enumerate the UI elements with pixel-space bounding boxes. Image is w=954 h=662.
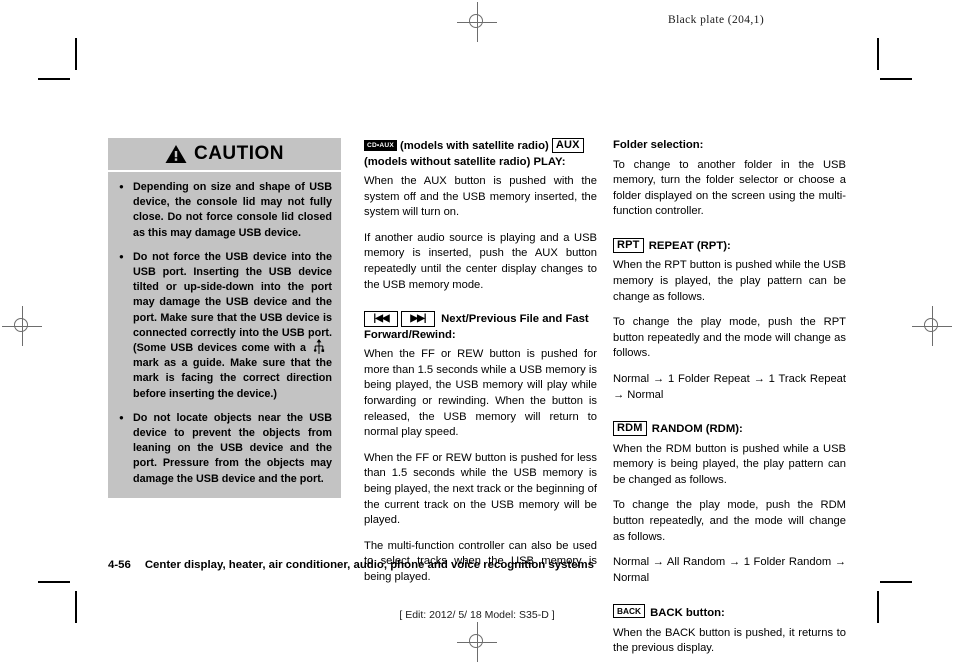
aux-button-icon[interactable]: AUX xyxy=(551,138,584,153)
reg-circle xyxy=(924,318,938,332)
caution-item: Depending on size and shape of USB devic… xyxy=(117,179,332,241)
footer: 4-56 Center display, heater, air conditio… xyxy=(108,559,594,571)
back-paragraph: When the BACK button is pushed, it retur… xyxy=(613,626,846,655)
registration-mark-right xyxy=(912,306,952,346)
chapter-title: Center display, heater, air conditioner,… xyxy=(144,559,595,571)
rpt-button-icon[interactable]: RPT xyxy=(613,237,644,253)
repeat-paragraph: When the RPT button is pushed while the … xyxy=(613,259,846,303)
crop-mark-top-left-h xyxy=(38,78,70,80)
nav-paragraph: When the FF or REW button is pushed for … xyxy=(364,451,597,527)
caution-item-text-before: Do not force the USB device into the USB… xyxy=(133,250,332,355)
crop-mark-bottom-left-h xyxy=(38,581,70,583)
play-paragraph: If another audio source is playing and a… xyxy=(364,231,597,291)
warning-triangle-icon xyxy=(165,145,187,163)
repeat-section: RPT REPEAT (RPT): When the RPT button is… xyxy=(613,237,846,403)
random-paragraph: To change the play mode, push the RDM bu… xyxy=(613,499,846,543)
nav-paragraph: When the FF or REW button is pushed for … xyxy=(364,348,597,439)
random-paragraph: When the RDM button is pushed while a US… xyxy=(613,442,846,486)
rdm-button-icon[interactable]: RDM xyxy=(613,421,647,437)
crop-mark-bottom-right-h xyxy=(880,581,912,583)
folder-paragraph: To change to another folder in the USB m… xyxy=(613,158,846,218)
play-section-heading: CD•AUX (models with satellite radio) AUX … xyxy=(364,138,597,170)
play-heading-part-1: (models with satellite radio) xyxy=(399,140,549,152)
crop-mark-top-left-v xyxy=(75,38,77,70)
registration-mark-left xyxy=(2,306,42,346)
play-paragraph: When the AUX button is pushed with the s… xyxy=(364,175,597,219)
repeat-mode-sequence: Normal → 1 Folder Repeat → 1 Track Repea… xyxy=(613,372,846,401)
caution-box: CAUTION Depending on size and shape of U… xyxy=(108,138,341,498)
caution-item-text: Do not locate objects near the USB devic… xyxy=(133,411,332,485)
caution-list: Depending on size and shape of USB devic… xyxy=(117,179,332,487)
next-track-button-icon[interactable]: ▶▶| xyxy=(401,311,435,328)
random-section-heading: RDM RANDOM (RDM): xyxy=(613,421,846,438)
caution-body: Depending on size and shape of USB devic… xyxy=(108,172,341,498)
crop-mark-top-right-h xyxy=(880,78,912,80)
caution-item-text-after: mark as a guide. Make sure that the mark… xyxy=(133,357,332,400)
registration-mark-top xyxy=(457,2,497,42)
usb-trident-icon xyxy=(306,339,332,355)
cd-aux-button-icon[interactable]: CD•AUX xyxy=(364,140,397,151)
column-left: CAUTION Depending on size and shape of U… xyxy=(108,138,341,498)
play-section: CD•AUX (models with satellite radio) AUX … xyxy=(364,138,597,293)
column-middle: CD•AUX (models with satellite radio) AUX … xyxy=(364,138,597,585)
caution-item: Do not locate objects near the USB devic… xyxy=(117,410,332,487)
caution-item-text: Depending on size and shape of USB devic… xyxy=(133,181,332,239)
play-heading-part-2: (models without satellite radio) PLAY: xyxy=(364,155,566,168)
crop-mark-top-right-v xyxy=(877,38,879,70)
nav-section-heading: |◀◀ ▶▶| Next/Previous File and Fast Forwa… xyxy=(364,311,597,343)
caution-item: Do not force the USB device into the USB… xyxy=(117,249,332,402)
edit-info-line: [ Edit: 2012/ 5/ 18 Model: S35-D ] xyxy=(399,609,555,621)
random-mode-sequence: Normal → All Random → 1 Folder Random → … xyxy=(613,556,846,584)
folder-section: Folder selection: To change to another f… xyxy=(613,138,846,220)
caution-title: CAUTION xyxy=(193,143,285,164)
repeat-heading-text: REPEAT (RPT): xyxy=(648,239,731,252)
nav-section: |◀◀ ▶▶| Next/Previous File and Fast Forwa… xyxy=(364,311,597,585)
repeat-section-heading: RPT REPEAT (RPT): xyxy=(613,237,846,255)
reg-circle xyxy=(14,318,28,332)
reg-circle xyxy=(469,634,483,648)
random-section: RDM RANDOM (RDM): When the RDM button is… xyxy=(613,421,846,586)
page-number: 4-56 xyxy=(108,559,131,571)
previous-track-button-icon[interactable]: |◀◀ xyxy=(364,311,398,328)
plate-label: Black plate (204,1) xyxy=(668,14,765,26)
folder-section-heading: Folder selection: xyxy=(613,139,704,151)
reg-circle xyxy=(469,14,483,28)
page-content: CAUTION Depending on size and shape of U… xyxy=(108,138,854,654)
random-heading-text: RANDOM (RDM): xyxy=(651,423,743,436)
registration-mark-bottom xyxy=(457,622,497,662)
caution-header: CAUTION xyxy=(108,138,341,172)
repeat-paragraph: To change the play mode, push the RPT bu… xyxy=(613,316,846,360)
column-right: Folder selection: To change to another f… xyxy=(613,138,846,657)
